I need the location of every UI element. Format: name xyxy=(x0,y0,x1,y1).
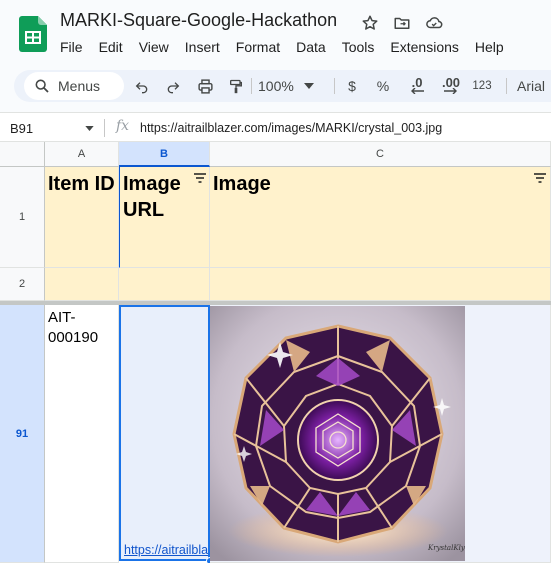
menus-search-label: Menus xyxy=(58,78,101,94)
print-icon[interactable] xyxy=(195,74,215,98)
cell-image[interactable]: KrystalKlyde xyxy=(210,305,551,563)
formula-bar: B91 fx https://aitrailblazer.com/images/… xyxy=(0,112,551,142)
star-icon[interactable] xyxy=(359,12,381,34)
toolbar: Menus 100% $ % .0 .00 123 Arial xyxy=(14,70,551,102)
menus-search-button[interactable]: Menus xyxy=(24,72,124,100)
row-header-2[interactable]: 2 xyxy=(0,268,45,301)
cloud-saved-icon[interactable] xyxy=(423,12,445,34)
row-header-1[interactable]: 1 xyxy=(0,167,45,268)
cell-b2[interactable] xyxy=(119,268,210,301)
menu-edit[interactable]: Edit xyxy=(91,38,131,56)
crystal-image[interactable]: KrystalKlyde xyxy=(210,306,465,561)
filter-icon[interactable] xyxy=(534,173,546,183)
formula-input[interactable]: https://aitrailblazer.com/images/MARKI/c… xyxy=(140,121,442,135)
column-header-a[interactable]: A xyxy=(45,142,119,167)
select-all-corner[interactable] xyxy=(0,142,45,167)
menu-insert[interactable]: Insert xyxy=(177,38,228,56)
chevron-down-icon xyxy=(85,125,94,131)
more-formats-button[interactable]: 123 xyxy=(470,74,494,98)
header-cell-image[interactable]: Image xyxy=(210,167,551,268)
header-cell-image-url[interactable]: Image URL xyxy=(119,167,210,268)
zoom-select[interactable]: 100% xyxy=(258,74,324,98)
formula-divider xyxy=(104,119,105,137)
arrow-left-icon xyxy=(411,88,424,94)
menu-bar: File Edit View Insert Format Data Tools … xyxy=(52,38,512,56)
column-header-b[interactable]: B xyxy=(119,142,210,167)
menu-tools[interactable]: Tools xyxy=(334,38,383,56)
cell-a2[interactable] xyxy=(45,268,119,301)
document-title[interactable]: MARKI-Square-Google-Hackathon xyxy=(60,10,337,31)
name-box[interactable]: B91 xyxy=(10,119,96,137)
sheets-logo-icon[interactable] xyxy=(19,16,47,52)
header-image-text: Image xyxy=(213,173,271,195)
increase-decimal-button[interactable]: .00 xyxy=(438,74,464,98)
menu-help[interactable]: Help xyxy=(467,38,512,56)
undo-icon[interactable] xyxy=(132,74,152,98)
title-bar: MARKI-Square-Google-Hackathon File Edit … xyxy=(0,0,551,64)
header-cell-item-id[interactable]: Item ID xyxy=(45,167,119,268)
toolbar-divider xyxy=(506,78,507,94)
item-id-value: AIT-000190 xyxy=(48,309,99,346)
cell-image-url-selected[interactable]: https://aitrailbla xyxy=(119,305,210,561)
menu-extensions[interactable]: Extensions xyxy=(382,38,466,56)
function-icon: fx xyxy=(116,118,130,134)
row-header-91[interactable]: 91 xyxy=(0,305,45,563)
decrease-decimal-button[interactable]: .0 xyxy=(406,74,428,98)
chevron-down-icon xyxy=(303,83,314,89)
move-folder-icon[interactable] xyxy=(391,12,413,34)
font-select[interactable]: Arial xyxy=(517,74,551,98)
redo-icon[interactable] xyxy=(163,74,183,98)
decrease-decimal-label: .0 xyxy=(411,75,423,90)
menu-view[interactable]: View xyxy=(131,38,177,56)
spreadsheet-grid: A B C 1 Item ID Image URL Image 2 91 AIT… xyxy=(0,142,551,563)
percent-format-button[interactable]: % xyxy=(374,74,392,98)
header-image-url-text: Image URL xyxy=(123,173,181,221)
search-icon xyxy=(35,79,49,93)
currency-format-button[interactable]: $ xyxy=(344,74,360,98)
toolbar-divider xyxy=(334,78,335,94)
toolbar-divider xyxy=(251,78,252,94)
menu-format[interactable]: Format xyxy=(228,38,288,56)
zoom-value: 100% xyxy=(258,78,294,94)
paint-format-icon[interactable] xyxy=(226,74,246,98)
column-header-c[interactable]: C xyxy=(210,142,551,167)
image-url-link[interactable]: https://aitrailbla xyxy=(124,543,208,557)
menu-file[interactable]: File xyxy=(52,38,91,56)
cell-item-id[interactable]: AIT-000190 xyxy=(45,305,119,563)
menu-data[interactable]: Data xyxy=(288,38,334,56)
image-signature: KrystalKlyde xyxy=(427,544,465,552)
header-item-id-text: Item ID xyxy=(48,173,115,195)
arrow-right-icon xyxy=(444,88,457,94)
filter-icon[interactable] xyxy=(194,173,206,183)
cell-reference: B91 xyxy=(10,120,34,136)
increase-decimal-label: .00 xyxy=(441,75,461,90)
cell-c2[interactable] xyxy=(210,268,551,301)
